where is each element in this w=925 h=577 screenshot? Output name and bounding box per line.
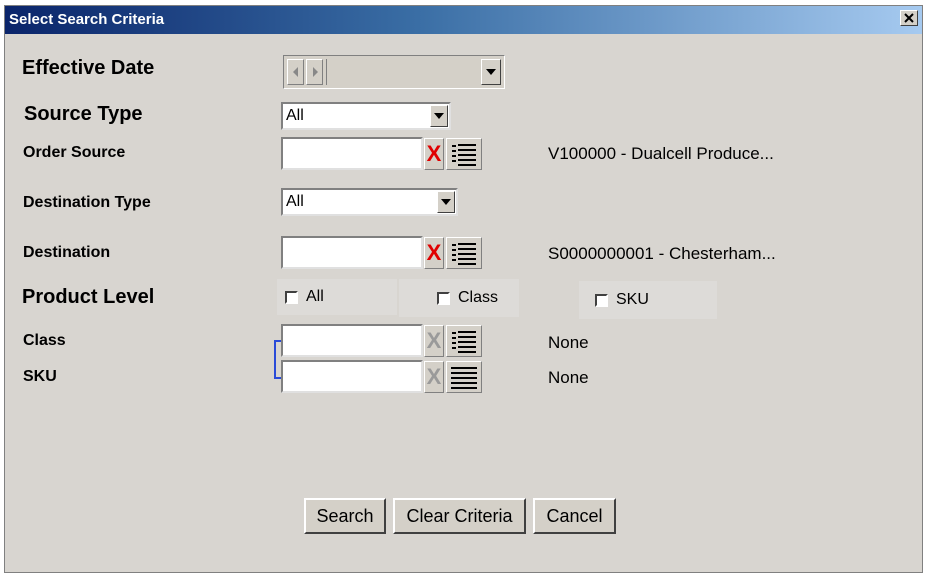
class-description: None — [548, 333, 589, 352]
list-lookup-icon — [452, 144, 476, 166]
destination-description: S0000000001 - Chesterham... — [548, 244, 776, 263]
list-lookup-icon — [452, 331, 476, 353]
close-button[interactable] — [900, 10, 918, 26]
effective-date-picker — [283, 55, 505, 89]
checkbox-box — [285, 290, 298, 304]
destination-type-value: All — [286, 193, 304, 210]
effective-date-label: Effective Date — [22, 57, 155, 79]
clear-x-icon: X — [426, 364, 442, 389]
effective-date-field[interactable] — [326, 59, 477, 85]
close-icon — [904, 13, 914, 23]
sku-label: SKU — [23, 368, 57, 385]
destination-label: Destination — [23, 244, 111, 261]
sku-input[interactable] — [281, 360, 423, 393]
checkbox-box — [595, 293, 608, 307]
sku-description: None — [548, 368, 589, 387]
destination-input[interactable] — [281, 236, 423, 269]
clear-x-icon: X — [426, 141, 442, 166]
checkbox-label: Class — [458, 289, 499, 306]
destination-lookup-button[interactable] — [446, 237, 482, 269]
checkbox-box — [437, 291, 450, 305]
title-bar[interactable]: Select Search Criteria — [5, 6, 922, 34]
class-input[interactable] — [281, 324, 423, 357]
source-type-label: Source Type — [24, 103, 143, 125]
arrow-left-icon — [292, 67, 298, 77]
cancel-button[interactable]: Cancel — [533, 498, 616, 534]
class-clear-button[interactable]: X — [424, 325, 444, 357]
source-type-select[interactable]: All — [281, 102, 451, 130]
destination-type-select[interactable]: All — [281, 188, 458, 216]
chevron-down-icon — [486, 69, 496, 75]
arrow-right-icon — [312, 67, 318, 77]
sku-clear-button[interactable]: X — [424, 361, 444, 393]
source-type-dropdown-button[interactable] — [430, 105, 448, 127]
destination-type-label: Destination Type — [23, 194, 151, 211]
sku-lookup-button[interactable] — [446, 361, 482, 393]
product-level-label: Product Level — [22, 286, 155, 308]
order-source-input[interactable] — [281, 137, 423, 170]
effective-date-dropdown[interactable] — [481, 59, 501, 85]
class-label: Class — [23, 332, 66, 349]
product-level-all-checkbox[interactable]: All — [277, 279, 397, 315]
dialog-title: Select Search Criteria — [9, 11, 165, 28]
clear-criteria-button[interactable]: Clear Criteria — [393, 498, 526, 534]
date-next-button[interactable] — [306, 59, 323, 85]
clear-x-icon: X — [426, 240, 442, 265]
order-source-lookup-button[interactable] — [446, 138, 482, 170]
list-lookup-icon — [451, 367, 477, 389]
class-lookup-button[interactable] — [446, 325, 482, 357]
search-button[interactable]: Search — [304, 498, 386, 534]
chevron-down-icon — [441, 199, 451, 205]
chevron-down-icon — [434, 113, 444, 119]
checkbox-label: All — [306, 288, 324, 305]
product-level-class-checkbox[interactable]: Class — [399, 279, 519, 317]
order-source-label: Order Source — [23, 144, 126, 161]
order-source-description: V100000 - Dualcell Produce... — [548, 144, 774, 163]
source-type-value: All — [286, 107, 304, 124]
search-criteria-dialog: Select Search Criteria Effective Date So… — [4, 5, 923, 573]
date-prev-button[interactable] — [287, 59, 304, 85]
order-source-clear-button[interactable]: X — [424, 138, 444, 170]
checkbox-label: SKU — [616, 291, 649, 308]
destination-type-dropdown-button[interactable] — [437, 191, 455, 213]
destination-clear-button[interactable]: X — [424, 237, 444, 269]
list-lookup-icon — [452, 243, 476, 265]
clear-x-icon: X — [426, 328, 442, 353]
product-level-sku-checkbox[interactable]: SKU — [579, 281, 717, 319]
